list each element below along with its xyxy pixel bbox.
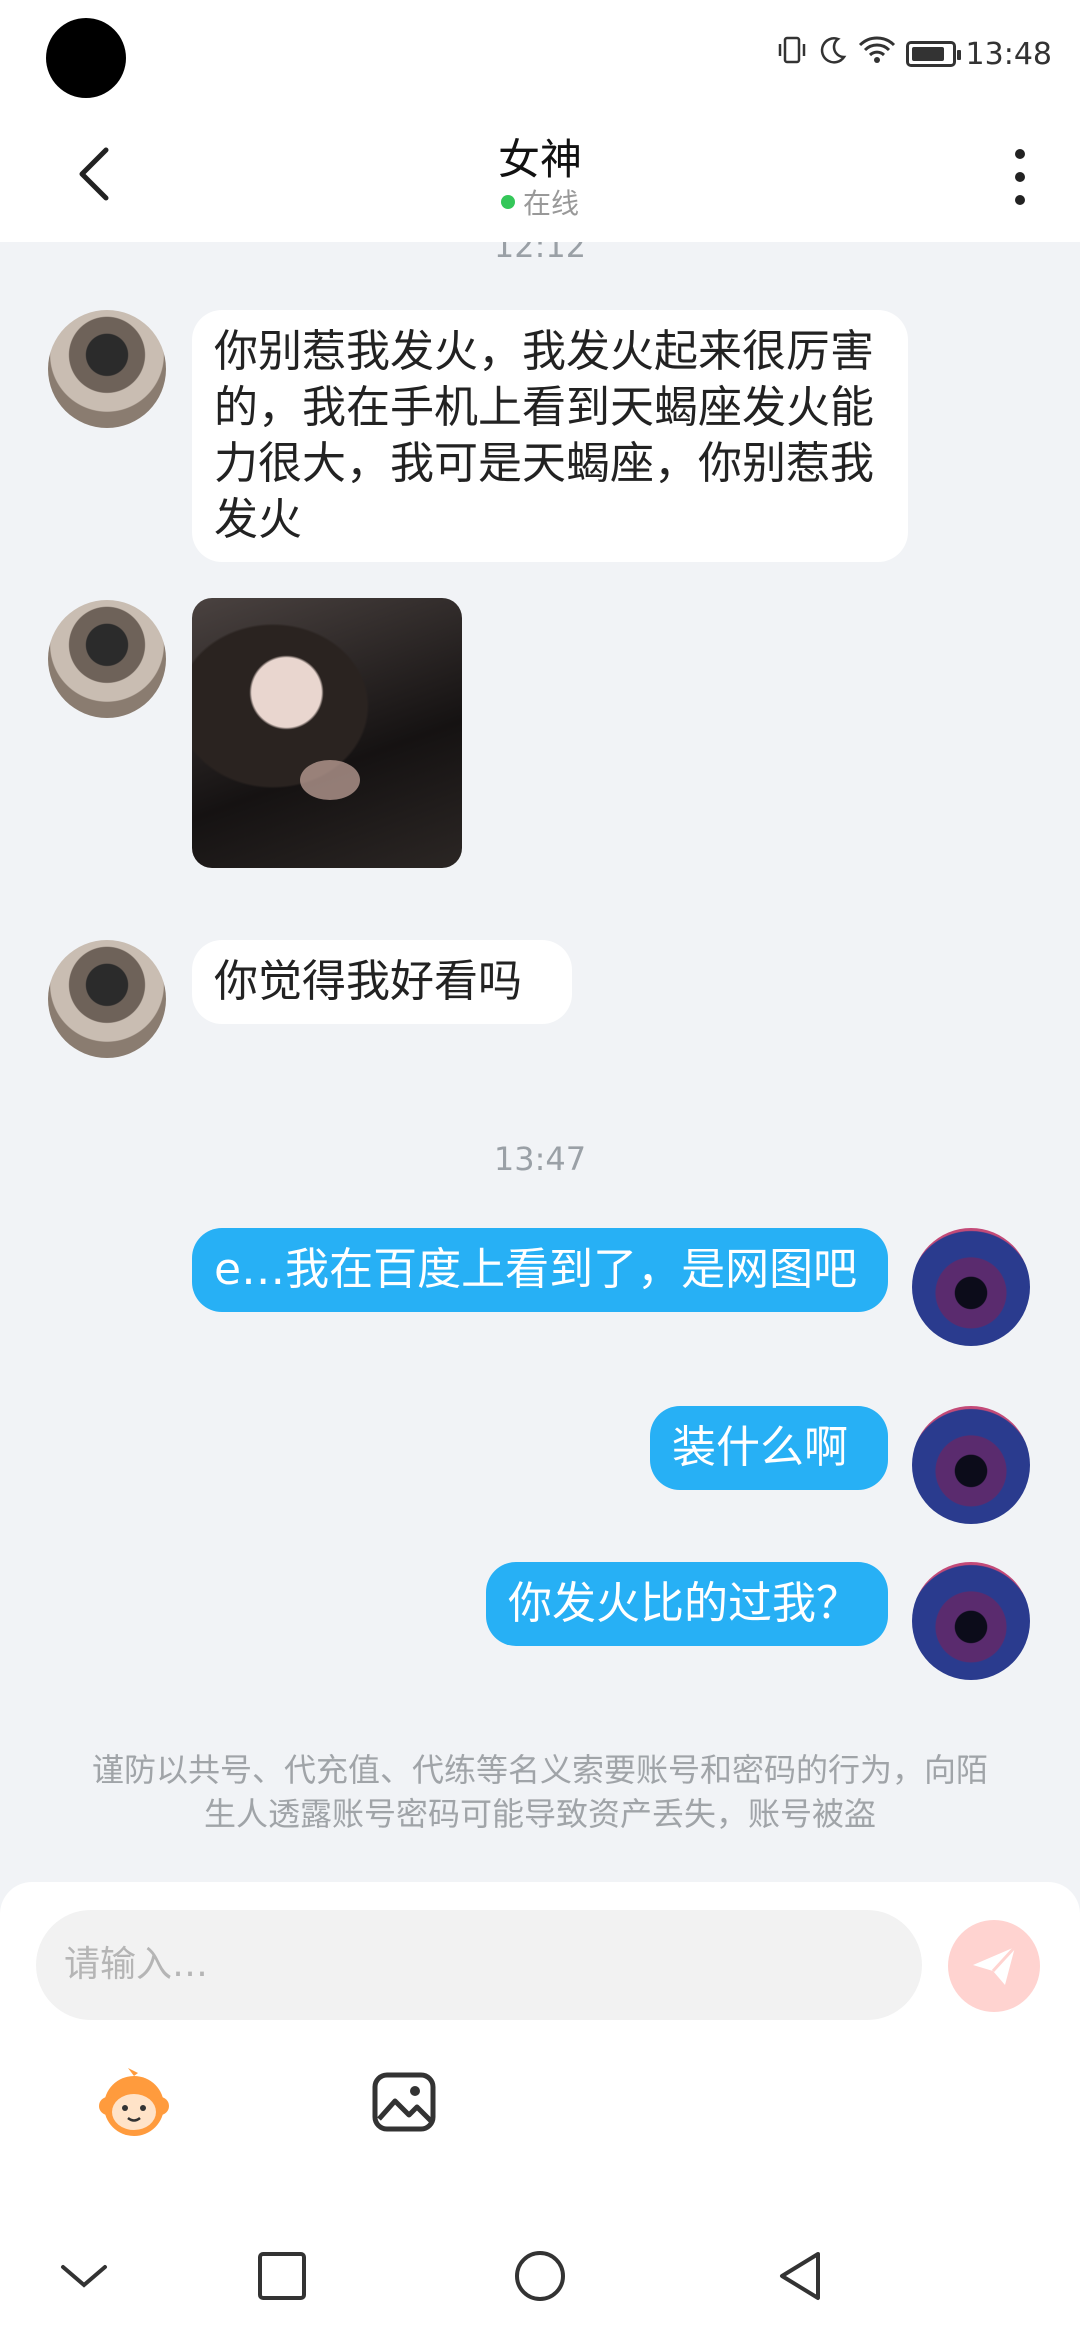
triangle-back-icon	[780, 2252, 820, 2300]
chat-header: 女神 在线	[0, 120, 1080, 242]
user-avatar[interactable]	[912, 1228, 1030, 1346]
wifi-icon	[858, 35, 896, 73]
do-not-disturb-moon-icon	[818, 35, 848, 73]
home-button[interactable]	[508, 2244, 572, 2308]
hide-keyboard-button[interactable]	[52, 2244, 116, 2308]
monkey-face-icon	[99, 2068, 169, 2136]
contact-avatar[interactable]	[48, 600, 166, 718]
outgoing-message-bubble[interactable]: 你发火比的过我？	[486, 1562, 888, 1646]
incoming-message-bubble[interactable]: 你别惹我发火，我发火起来很厉害的，我在手机上看到天蝎座发火能力很大，我可是天蝎座…	[192, 310, 908, 562]
image-picker-button[interactable]	[364, 2062, 444, 2142]
system-navigation-bar	[0, 2220, 1080, 2340]
circle-icon	[515, 2251, 565, 2301]
online-dot-icon	[500, 195, 515, 209]
status-bar: 13:48	[0, 0, 1080, 120]
chat-title: 女神	[497, 135, 582, 184]
front-camera	[46, 18, 126, 98]
send-button[interactable]	[948, 1920, 1040, 2012]
security-notice: 谨防以共号、代充值、代练等名义索要账号和密码的行为，向陌生人透露账号密码可能导致…	[91, 1751, 988, 1833]
user-avatar[interactable]	[912, 1406, 1030, 1524]
contact-avatar[interactable]	[48, 940, 166, 1058]
square-icon	[258, 2252, 306, 2300]
status-icons: 13:48	[776, 34, 1052, 74]
battery-icon	[905, 41, 961, 67]
online-status: 在线	[0, 182, 1080, 222]
timestamp: 12:12	[493, 242, 587, 264]
user-avatar[interactable]	[912, 1562, 1030, 1680]
vibrate-icon	[776, 34, 808, 74]
sticker-button[interactable]	[94, 2062, 174, 2142]
timestamp: 13:47	[493, 1140, 587, 1178]
back-nav-button[interactable]	[768, 2244, 832, 2308]
paper-plane-icon	[973, 1945, 1017, 1985]
more-options-button[interactable]	[1000, 142, 1040, 212]
image-icon	[372, 2072, 436, 2132]
online-status-label: 在线	[522, 187, 579, 220]
more-dot-icon	[1015, 195, 1025, 206]
outgoing-message-bubble[interactable]: 装什么啊	[650, 1406, 888, 1490]
contact-avatar[interactable]	[48, 310, 166, 428]
more-dot-icon	[1015, 171, 1025, 182]
outgoing-message-bubble[interactable]: e…我在百度上看到了，是网图吧	[192, 1228, 888, 1312]
message-input[interactable]: 请输入…	[36, 1910, 922, 2020]
more-dot-icon	[1015, 148, 1025, 159]
chevron-down-icon	[61, 2265, 107, 2288]
incoming-message-bubble[interactable]: 你觉得我好看吗	[192, 940, 572, 1024]
incoming-image-message[interactable]	[192, 598, 462, 868]
recent-apps-button[interactable]	[250, 2244, 314, 2308]
status-time: 13:48	[965, 36, 1052, 72]
